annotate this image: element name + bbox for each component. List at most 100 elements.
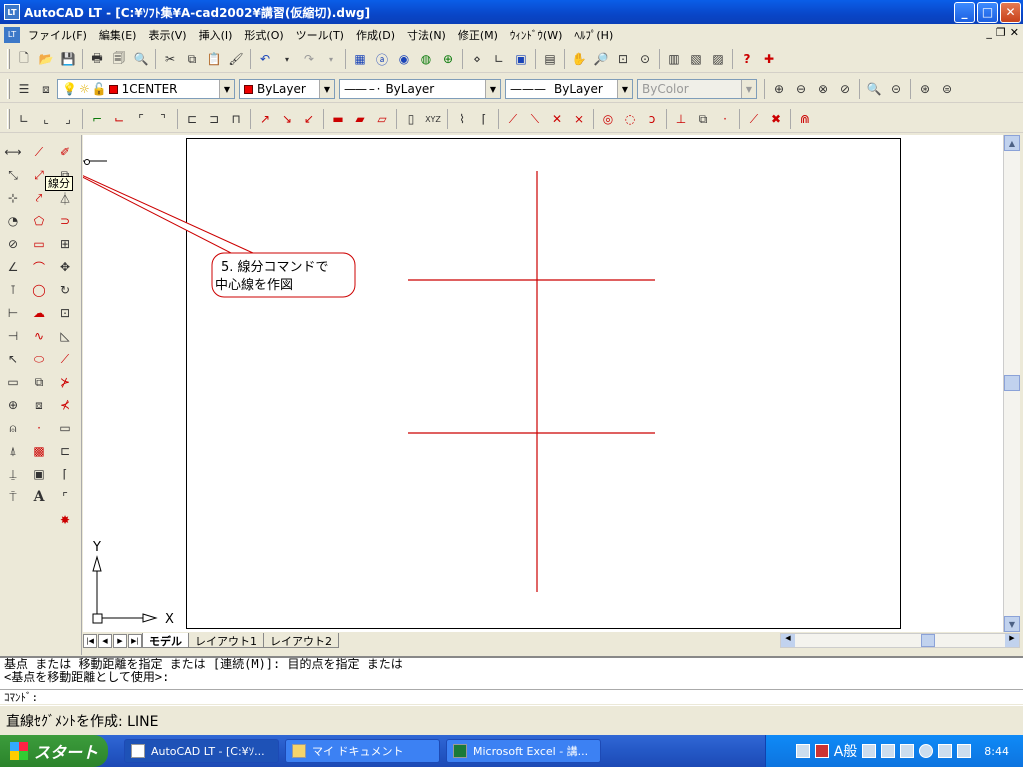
menu-help[interactable]: ﾍﾙﾌﾟ(H)	[568, 27, 619, 43]
center-mark-icon[interactable]: ⊕	[2, 394, 24, 416]
mdi-close-icon[interactable]: ✕	[1010, 26, 1019, 39]
dim-radius-icon[interactable]: ◔	[2, 210, 24, 232]
update-icon[interactable]: ✚	[758, 48, 780, 70]
color-dropdown[interactable]: ByLayer ▼	[239, 79, 335, 99]
zoom-center-icon[interactable]: ⊘	[834, 78, 856, 100]
toolbar-grip[interactable]	[7, 49, 10, 69]
maximize-button[interactable]: □	[977, 1, 998, 23]
copy-icon[interactable]: ⧉	[181, 48, 203, 70]
named-views-icon[interactable]: ▤	[539, 48, 561, 70]
ucs-x-icon[interactable]: ⊏	[181, 108, 203, 130]
ime-mode[interactable]: A般	[834, 741, 858, 761]
menu-edit[interactable]: 編集(E)	[93, 27, 143, 43]
dim-baseline-icon[interactable]: ⊢	[2, 302, 24, 324]
tool-palette-icon[interactable]: ▨	[707, 48, 729, 70]
layer-previous-icon[interactable]: ⧈	[35, 78, 57, 100]
snap-midpoint-icon[interactable]: ⟋	[502, 108, 524, 130]
quick-dim-icon[interactable]: ⊺	[2, 279, 24, 301]
point-icon[interactable]: ·	[28, 417, 50, 439]
snap-from-icon[interactable]: ⌇	[451, 108, 473, 130]
ucs-zaxis-icon[interactable]: ⌙	[108, 108, 130, 130]
menu-window[interactable]: ｳｨﾝﾄﾞｳ(W)	[504, 27, 568, 43]
scroll-down-icon[interactable]: ▼	[1004, 616, 1020, 632]
snap-center-icon[interactable]: ◎	[597, 108, 619, 130]
horizontal-scrollbar[interactable]: ◀ ▶	[780, 633, 1020, 648]
zoom-out-icon[interactable]: ⊝	[885, 78, 907, 100]
lengthen-icon[interactable]: ⟋	[54, 348, 76, 370]
arc-icon[interactable]: ⌒	[28, 256, 50, 278]
ellipse-icon[interactable]: ⬭	[28, 348, 50, 370]
print-icon[interactable]: 🖶	[86, 48, 108, 70]
snap-nearest-icon[interactable]: ⟋	[743, 108, 765, 130]
explode-icon[interactable]: ✸	[54, 509, 76, 531]
dim-update-icon[interactable]: ⍊	[2, 463, 24, 485]
paste-icon[interactable]: 📋	[203, 48, 225, 70]
move-icon[interactable]: ✥	[54, 256, 76, 278]
publish-icon[interactable]: ◍	[415, 48, 437, 70]
snap-insert-icon[interactable]: ⧉	[692, 108, 714, 130]
join-icon[interactable]: ⊏	[54, 440, 76, 462]
last-tab-icon[interactable]: ▶|	[128, 633, 142, 648]
task-my-documents[interactable]: マイ ドキュメント	[285, 739, 440, 763]
toolbar-grip[interactable]	[7, 109, 10, 129]
dim-diameter-icon[interactable]: XYZ	[422, 108, 444, 130]
dim-radius-icon[interactable]: ▯	[400, 108, 422, 130]
dim-linear-icon[interactable]: ⟷	[2, 141, 24, 163]
make-block-icon[interactable]: ⧈	[28, 394, 50, 416]
scroll-up-icon[interactable]: ▲	[1004, 135, 1020, 151]
fillet-icon[interactable]: ⌜	[54, 486, 76, 508]
match-properties-icon[interactable]: 🖌	[225, 48, 247, 70]
osnap-icon[interactable]: ⋄	[466, 48, 488, 70]
chevron-down-icon[interactable]: ▼	[319, 80, 334, 98]
dim-aligned-icon[interactable]: ⤡	[2, 164, 24, 186]
menu-tools[interactable]: ツール(T)	[290, 27, 350, 43]
snap-endpoint-icon[interactable]: ⌈	[473, 108, 495, 130]
rotate-icon[interactable]: ↻	[54, 279, 76, 301]
insert-block-icon[interactable]: ⧉	[28, 371, 50, 393]
menu-view[interactable]: 表示(V)	[142, 27, 192, 43]
new-icon[interactable]: 🗋	[13, 48, 35, 70]
menu-modify[interactable]: 修正(M)	[452, 27, 504, 43]
dim-edit-icon[interactable]: ⍝	[2, 417, 24, 439]
snap-intersection-icon[interactable]: ⟍	[524, 108, 546, 130]
design-center-icon[interactable]: ▦	[349, 48, 371, 70]
snap-tangent-icon[interactable]: ↄ	[641, 108, 663, 130]
dim-ordinate-icon[interactable]: ▱	[371, 108, 393, 130]
chamfer-icon[interactable]: ⌈	[54, 463, 76, 485]
hatch-icon[interactable]: ▩	[28, 440, 50, 462]
help-icon[interactable]	[900, 744, 915, 758]
snap-perpendicular-icon[interactable]: ⊥	[670, 108, 692, 130]
trim-icon[interactable]: ⊁	[54, 371, 76, 393]
zoom-previous-icon[interactable]: ⊙	[634, 48, 656, 70]
chevron-down-icon[interactable]: ▼	[219, 80, 234, 98]
layer-dropdown[interactable]: 💡 ☼ 🔓 1CENTER ▼	[57, 79, 235, 99]
ucs-origin-icon[interactable]: ⌐	[86, 108, 108, 130]
pan-icon[interactable]: ✋	[568, 48, 590, 70]
mdi-minimize-icon[interactable]: _	[986, 26, 992, 39]
scale-icon[interactable]: ⊡	[54, 302, 76, 324]
rectangle-icon[interactable]: ▭	[28, 233, 50, 255]
ucs-previous-icon[interactable]: ⌞	[35, 108, 57, 130]
volume-icon[interactable]	[957, 744, 972, 758]
mtext-icon[interactable]: A	[28, 486, 50, 508]
zoom-realtime-icon[interactable]: 🔎	[590, 48, 612, 70]
ucs-icon[interactable]: ∟	[13, 108, 35, 130]
dim-text-edit-icon[interactable]: ⍋	[2, 440, 24, 462]
tray-chevron-icon[interactable]	[919, 744, 934, 758]
menu-insert[interactable]: 挿入(I)	[193, 27, 239, 43]
offset-icon[interactable]: ⊃	[54, 210, 76, 232]
zoom-all-icon[interactable]: ⊛	[914, 78, 936, 100]
menu-file[interactable]: ファイル(F)	[22, 27, 93, 43]
dim-style-icon[interactable]: ⍑	[2, 486, 24, 508]
polygon-icon[interactable]: ⬠	[28, 210, 50, 232]
vertical-scrollbar[interactable]: ▲ ▼	[1003, 135, 1020, 632]
dim-aligned-icon[interactable]: ▰	[349, 108, 371, 130]
find-icon[interactable]: 🔍	[130, 48, 152, 70]
prev-tab-icon[interactable]: ◀	[98, 633, 112, 648]
tab-layout2[interactable]: レイアウト2	[263, 633, 339, 648]
open-icon[interactable]: 📂	[35, 48, 57, 70]
array-icon[interactable]: ⊞	[54, 233, 76, 255]
extend-icon[interactable]: ⊀	[54, 394, 76, 416]
undo-icon[interactable]: ↶	[254, 48, 276, 70]
ime-pad-icon[interactable]	[881, 744, 896, 758]
